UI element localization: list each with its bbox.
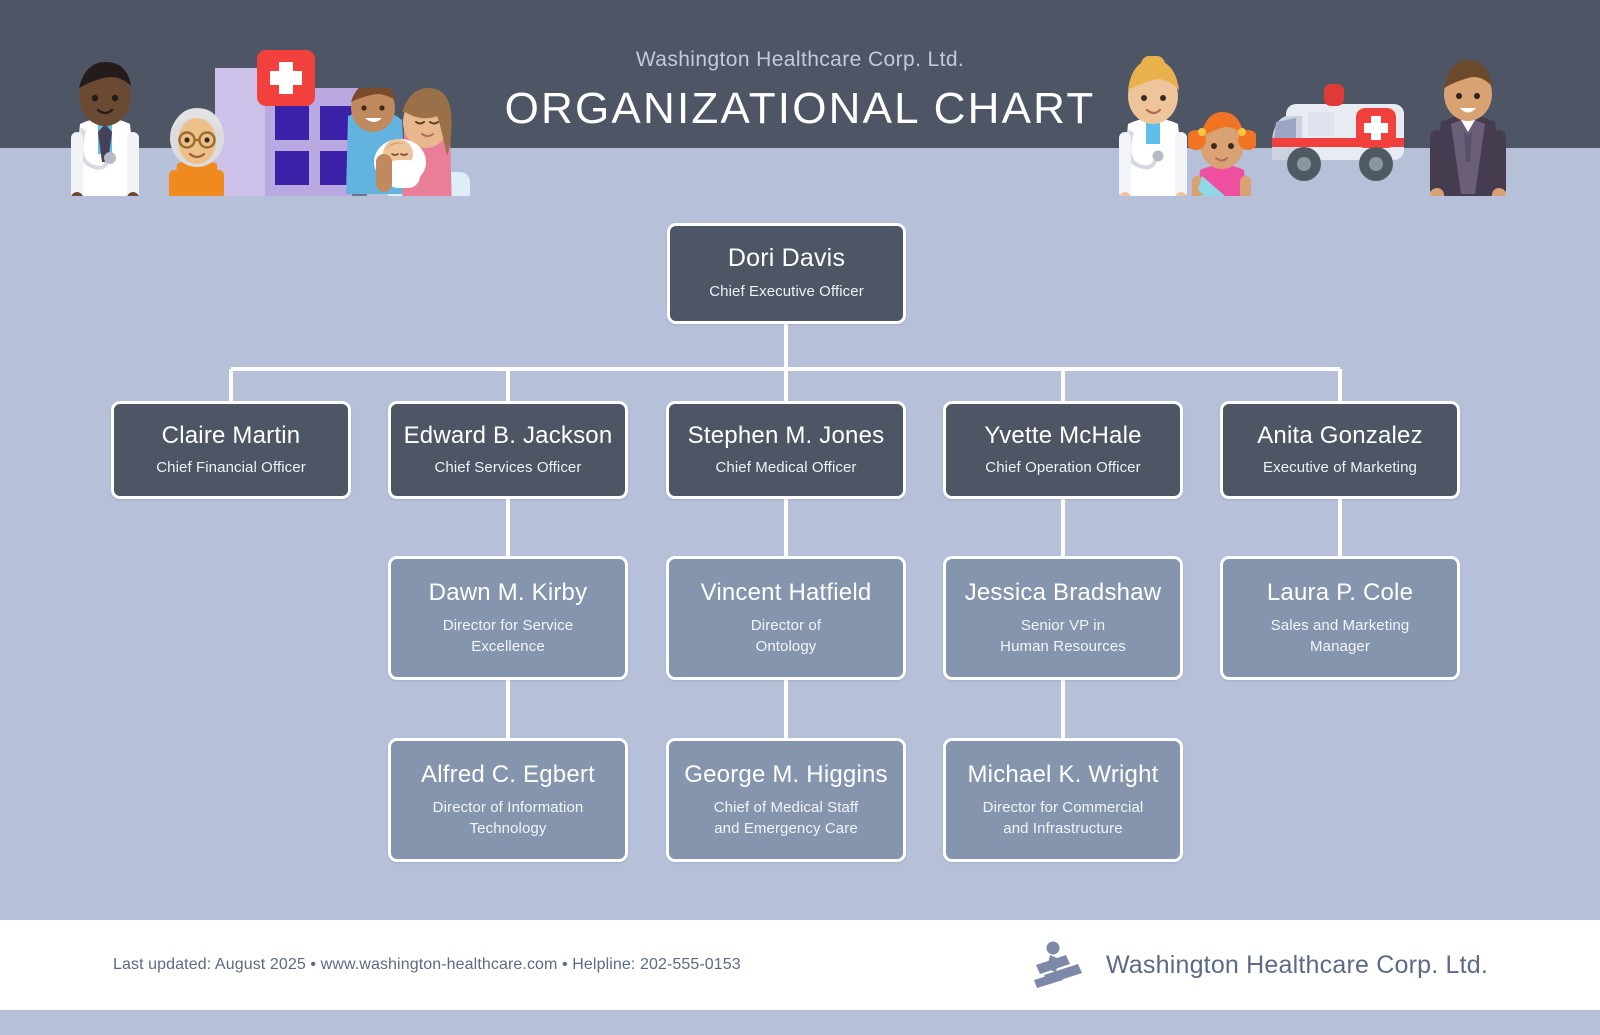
node-name: Anita Gonzalez [1257,421,1423,449]
title-block: Washington Healthcare Corp. Ltd. ORGANIZ… [0,48,1600,134]
node-name: Dawn M. Kirby [428,578,588,606]
node-name: Alfred C. Egbert [421,760,595,788]
node-chief-operation-officer[interactable]: Yvette McHale Chief Operation Officer [943,401,1183,499]
node-executive-of-marketing[interactable]: Anita Gonzalez Executive of Marketing [1220,401,1460,499]
node-chief-medical-officer[interactable]: Stephen M. Jones Chief Medical Officer [666,401,906,499]
node-name: Edward B. Jackson [403,421,613,449]
node-title: Senior VP in Human Resources [1000,616,1126,655]
node-name: Stephen M. Jones [687,421,885,449]
node-title: Chief Financial Officer [156,459,306,477]
node-name: Dori Davis [727,244,846,273]
running-person-logo-icon [1033,941,1082,988]
node-name: Yvette McHale [984,421,1142,449]
node-title: Chief of Medical Staff and Emergency Car… [713,798,859,837]
page-title: ORGANIZATIONAL CHART [504,84,1096,133]
brand-name: Washington Healthcare Corp. Ltd. [1105,950,1488,979]
node-name: Vincent Hatfield [700,578,872,606]
node-title: Director of Information Technology [432,798,584,837]
node-title: Director for Service Excellence [442,616,574,655]
node-sales-and-marketing-manager[interactable]: Laura P. Cole Sales and Marketing Manage… [1220,556,1460,680]
node-title: Sales and Marketing Manager [1270,616,1410,655]
node-title: Chief Medical Officer [715,459,857,477]
footer-brand: Washington Healthcare Corp. Ltd. [1026,939,1488,991]
node-name: Laura P. Cole [1266,578,1414,606]
node-chief-services-officer[interactable]: Edward B. Jackson Chief Services Officer [388,401,628,499]
node-director-for-service-excellence[interactable]: Dawn M. Kirby Director for Service Excel… [388,556,628,680]
node-title: Chief Operation Officer [985,459,1141,477]
node-director-for-commercial-and-infrastructure[interactable]: Michael K. Wright Director for Commercia… [943,738,1183,862]
org-chart-poster: Washington Healthcare Corp. Ltd. ORGANIZ… [0,0,1600,1035]
footer-bar: Last updated: August 2025 • www.washingt… [0,920,1600,1010]
footer-note: Last updated: August 2025 • www.washingt… [113,956,741,973]
node-title: Executive of Marketing [1263,459,1417,477]
node-chief-of-medical-staff[interactable]: George M. Higgins Chief of Medical Staff… [666,738,906,862]
node-senior-vp-human-resources[interactable]: Jessica Bradshaw Senior VP in Human Reso… [943,556,1183,680]
node-title: Chief Services Officer [434,459,582,477]
node-title: Director for Commercial and Infrastructu… [982,798,1144,837]
node-name: Michael K. Wright [967,760,1159,788]
bottom-strip [0,1010,1600,1035]
node-title: Director of Ontology [750,616,822,655]
node-name: Claire Martin [161,421,301,449]
node-director-of-ontology[interactable]: Vincent Hatfield Director of Ontology [666,556,906,680]
node-name: Jessica Bradshaw [964,578,1162,606]
node-name: George M. Higgins [684,760,888,788]
node-chief-financial-officer[interactable]: Claire Martin Chief Financial Officer [111,401,351,499]
company-subtitle: Washington Healthcare Corp. Ltd. [635,48,965,71]
node-chief-executive-officer[interactable]: Dori Davis Chief Executive Officer [667,223,906,324]
node-title: Chief Executive Officer [709,283,864,301]
node-director-of-information-technology[interactable]: Alfred C. Egbert Director of Information… [388,738,628,862]
